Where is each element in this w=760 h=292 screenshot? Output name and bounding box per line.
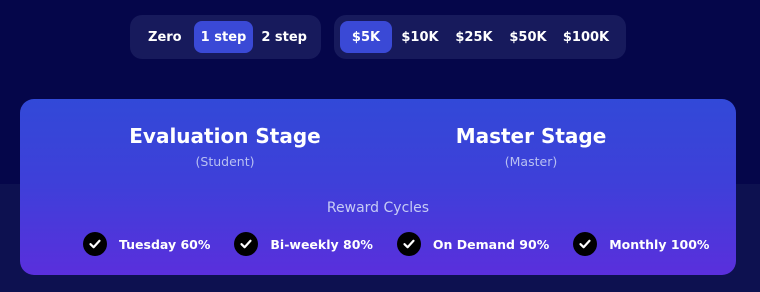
reward-cycles-title: Reward Cycles <box>326 200 430 216</box>
check-icon <box>234 232 259 256</box>
reward-cycle-label: Tuesday 60% <box>119 236 211 252</box>
account-size-toggle: $5K $10K $25K $50K $100K <box>334 15 626 59</box>
size-option-25k[interactable]: $25K <box>448 21 500 53</box>
size-option-100k[interactable]: $100K <box>556 21 616 53</box>
challenge-type-toggle: Zero 1 step 2 step <box>130 15 321 59</box>
check-icon <box>396 232 421 256</box>
size-option-50k[interactable]: $50K <box>502 21 554 53</box>
step-option-2-step[interactable]: 2 step <box>253 21 315 53</box>
reward-cycle-label: Bi-weekly 80% <box>270 236 373 252</box>
size-option-5k[interactable]: $5K <box>340 21 392 53</box>
master-stage-subtitle: (Master) <box>504 154 558 169</box>
evaluation-stage-title: Evaluation Stage <box>129 124 321 148</box>
evaluation-stage-subtitle: (Student) <box>195 154 255 169</box>
reward-cycle-item: On Demand 90% <box>396 232 550 256</box>
check-icon <box>573 232 598 256</box>
master-stage-title: Master Stage <box>455 124 607 148</box>
size-option-10k[interactable]: $10K <box>394 21 446 53</box>
plan-card: Evaluation Stage (Student) Master Stage … <box>20 99 736 275</box>
step-option-1-step[interactable]: 1 step <box>193 21 254 53</box>
master-stage: Master Stage (Master) <box>401 123 661 169</box>
reward-cycle-item: Tuesday 60% <box>83 232 210 256</box>
step-option-zero[interactable]: Zero <box>136 21 194 53</box>
reward-cycle-label: Monthly 100% <box>609 236 710 252</box>
reward-cycle-item: Monthly 100% <box>573 232 709 256</box>
reward-cycle-label: On Demand 90% <box>432 236 550 252</box>
check-icon <box>83 232 107 256</box>
evaluation-stage: Evaluation Stage (Student) <box>95 123 355 169</box>
reward-cycle-item: Bi-weekly 80% <box>234 232 373 256</box>
reward-cycles-list: Tuesday 60% Bi-weekly 80% On Demand 90% … <box>83 232 709 256</box>
